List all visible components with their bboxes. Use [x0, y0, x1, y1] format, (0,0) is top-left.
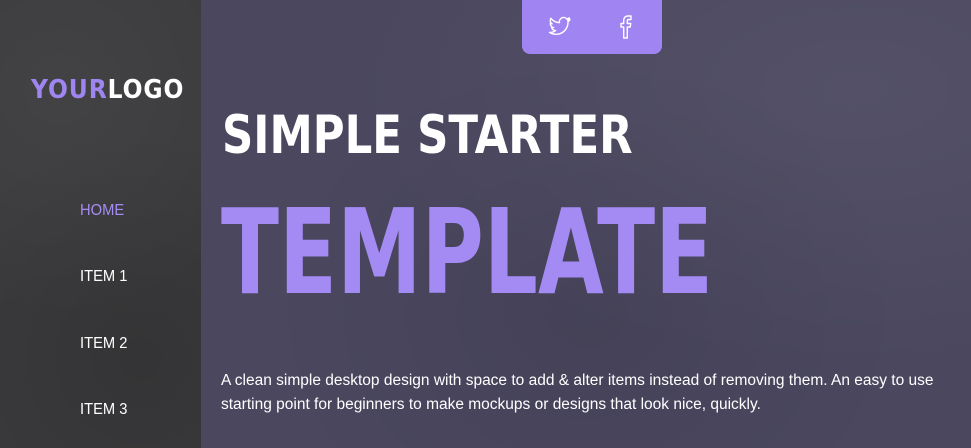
hero-title-line2: TEMPLATE: [221, 183, 714, 321]
logo-rest-text: LOGO: [107, 75, 185, 105]
logo-accent-text: YOUR: [31, 75, 108, 105]
nav-item-3[interactable]: ITEM 3: [80, 400, 127, 420]
twitter-icon[interactable]: [547, 15, 573, 39]
nav-item-2[interactable]: ITEM 2: [80, 334, 127, 354]
nav-item-1[interactable]: ITEM 1: [80, 267, 127, 287]
nav-item-home[interactable]: HOME: [80, 201, 124, 221]
facebook-icon[interactable]: [618, 15, 634, 39]
hero-title-line1: SIMPLE STARTER: [222, 105, 633, 166]
logo[interactable]: YOURLOGO: [31, 74, 184, 106]
social-bar: [522, 0, 662, 54]
sidebar: [0, 0, 201, 448]
page: YOURLOGO HOME ITEM 1 ITEM 2 ITEM 3 SIMPL…: [0, 0, 971, 448]
hero-description: A clean simple desktop design with space…: [221, 372, 934, 413]
